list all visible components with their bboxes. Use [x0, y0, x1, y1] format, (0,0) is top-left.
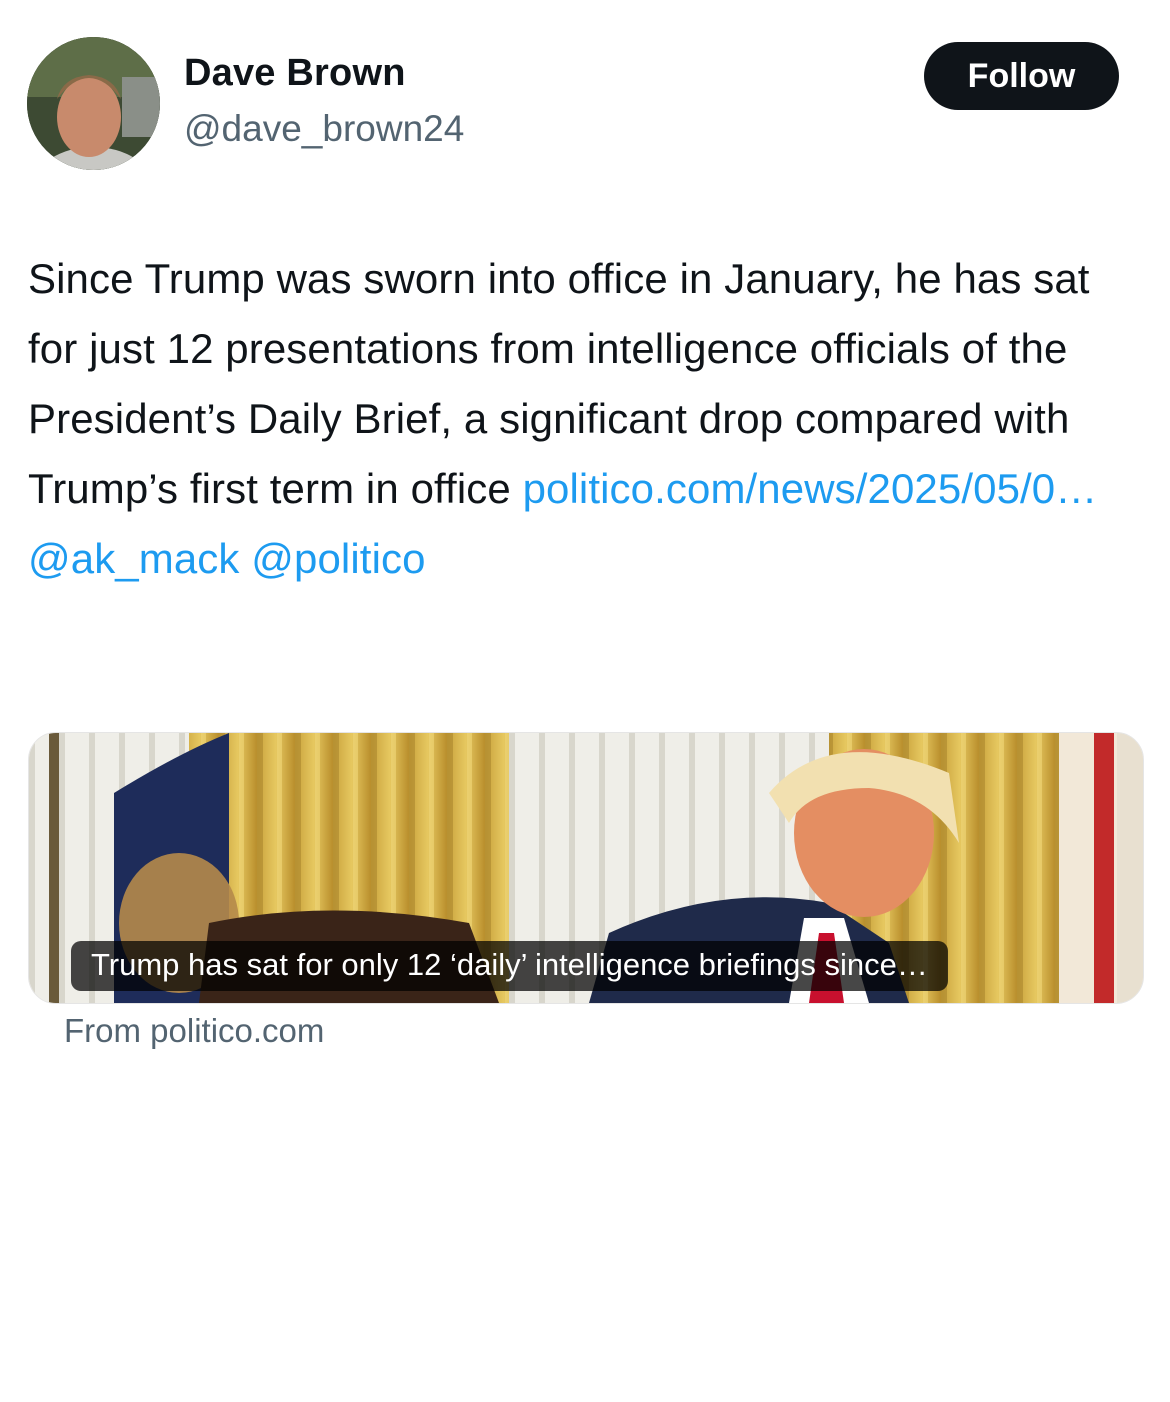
mention-politico[interactable]: @politico	[251, 535, 425, 582]
card-source[interactable]: From politico.com	[64, 1012, 324, 1050]
mention-ak-mack[interactable]: @ak_mack	[28, 535, 240, 582]
link-preview-card[interactable]: Trump has sat for only 12 ‘daily’ intell…	[28, 732, 1144, 1004]
display-name[interactable]: Dave Brown	[184, 52, 406, 95]
card-caption: Trump has sat for only 12 ‘daily’ intell…	[71, 941, 948, 991]
follow-button[interactable]: Follow	[924, 42, 1119, 110]
avatar-image	[27, 37, 160, 170]
user-handle[interactable]: @dave_brown24	[184, 108, 464, 150]
tweet-text: Since Trump was sworn into office in Jan…	[28, 244, 1148, 594]
avatar[interactable]	[27, 37, 160, 170]
article-link[interactable]: politico.com/news/2025/05/0…	[523, 465, 1098, 512]
